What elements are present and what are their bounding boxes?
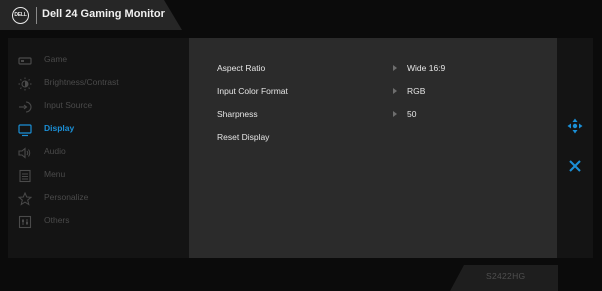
monitor-title: Dell 24 Gaming Monitor bbox=[42, 8, 165, 20]
menu-item-game[interactable]: Game bbox=[8, 50, 189, 72]
arrow-right-icon bbox=[393, 111, 397, 117]
control-column bbox=[557, 38, 593, 258]
menu-item-menu[interactable]: Menu bbox=[8, 165, 189, 187]
setting-aspect-ratio[interactable]: Aspect Ratio Wide 16:9 bbox=[189, 59, 557, 81]
monitor-osd: DELL Dell 24 Gaming Monitor Game Brightn… bbox=[0, 0, 602, 291]
menu-item-brightness-contrast[interactable]: Brightness/Contrast bbox=[8, 73, 189, 95]
menu-item-label: Input Source bbox=[44, 100, 93, 110]
setting-value: RGB bbox=[407, 86, 426, 96]
input-source-icon bbox=[19, 101, 32, 113]
display-icon bbox=[18, 124, 32, 137]
setting-label: Aspect Ratio bbox=[217, 63, 266, 73]
star-icon bbox=[18, 192, 32, 206]
setting-value: 50 bbox=[407, 109, 417, 119]
others-icon bbox=[18, 215, 32, 229]
model-code: S2422HG bbox=[486, 271, 526, 281]
setting-sharpness[interactable]: Sharpness 50 bbox=[189, 105, 557, 127]
menu-item-input-source[interactable]: Input Source bbox=[8, 96, 189, 118]
navigate-icon[interactable] bbox=[567, 118, 583, 134]
setting-value: Wide 16:9 bbox=[407, 63, 446, 73]
menu-item-label: Brightness/Contrast bbox=[44, 77, 119, 87]
menu-item-label: Audio bbox=[44, 146, 66, 156]
menu-item-label: Game bbox=[44, 54, 68, 64]
setting-label: Reset Display bbox=[217, 132, 270, 142]
menu-item-others[interactable]: Others bbox=[8, 211, 189, 233]
menu-item-label: Menu bbox=[44, 169, 66, 179]
main-menu: Game Brightness/Contrast Input Source Di… bbox=[8, 38, 189, 258]
speaker-icon bbox=[18, 147, 31, 159]
close-icon[interactable] bbox=[569, 160, 581, 172]
setting-input-color-format[interactable]: Input Color Format RGB bbox=[189, 82, 557, 104]
arrow-right-icon bbox=[393, 65, 397, 71]
menu-item-label: Display bbox=[44, 123, 75, 133]
gamepad-icon bbox=[18, 57, 32, 65]
menu-item-display[interactable]: Display bbox=[8, 119, 189, 141]
menu-item-label: Others bbox=[44, 215, 70, 225]
display-settings-panel: Aspect Ratio Wide 16:9 Input Color Forma… bbox=[189, 38, 557, 258]
header-divider bbox=[36, 7, 37, 24]
dell-logo: DELL bbox=[12, 7, 29, 24]
menu-item-label: Personalize bbox=[44, 192, 89, 202]
menu-icon bbox=[19, 169, 31, 183]
menu-item-audio[interactable]: Audio bbox=[8, 142, 189, 164]
setting-reset-display[interactable]: Reset Display bbox=[189, 128, 557, 150]
setting-label: Sharpness bbox=[217, 109, 258, 119]
arrow-right-icon bbox=[393, 88, 397, 94]
menu-item-personalize[interactable]: Personalize bbox=[8, 188, 189, 210]
setting-label: Input Color Format bbox=[217, 86, 288, 96]
brightness-icon bbox=[18, 77, 32, 91]
header-tab: DELL Dell 24 Gaming Monitor bbox=[0, 0, 182, 30]
